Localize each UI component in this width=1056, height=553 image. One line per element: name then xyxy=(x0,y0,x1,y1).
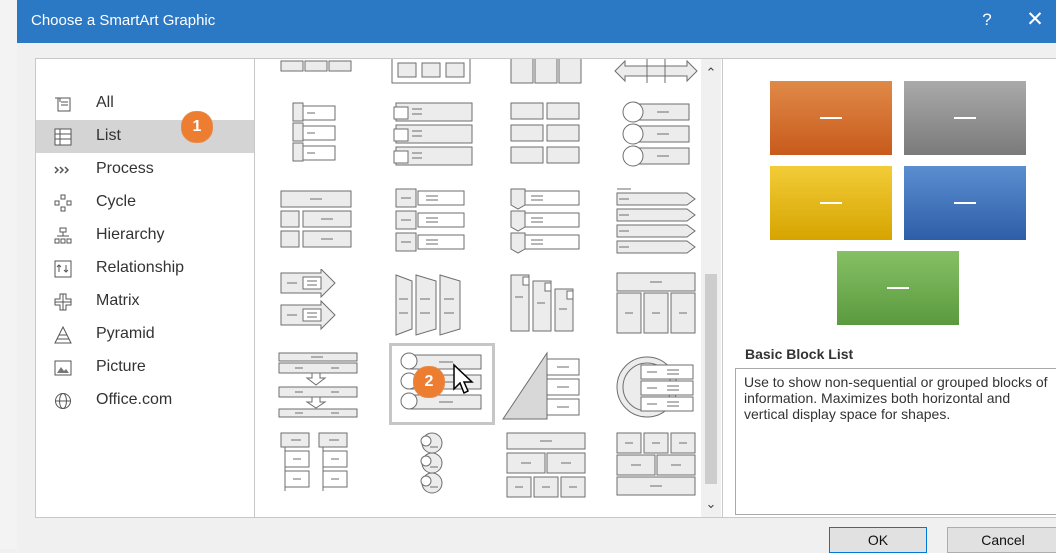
category-label: All xyxy=(96,94,114,111)
category-hierarchy[interactable]: Hierarchy xyxy=(36,219,255,252)
layout-thumbnail[interactable] xyxy=(267,101,365,171)
category-relationship[interactable]: Relationship xyxy=(36,252,255,285)
layout-thumbnail[interactable] xyxy=(382,431,480,501)
category-label: Cycle xyxy=(96,193,137,210)
layout-thumbnail[interactable] xyxy=(497,351,595,421)
layout-thumbnail[interactable] xyxy=(497,59,595,87)
category-picture[interactable]: Picture xyxy=(36,351,255,384)
category-label: Process xyxy=(96,160,154,177)
layout-thumbnail[interactable] xyxy=(497,269,595,339)
category-office-com[interactable]: Office.com xyxy=(36,384,255,417)
layout-name: Basic Block List xyxy=(745,346,854,362)
cycle-icon xyxy=(54,194,72,212)
gallery-scrollbar[interactable]: ⌃ ⌄ xyxy=(701,59,721,517)
layout-gallery: ⌃ ⌄ xyxy=(254,58,723,518)
layout-thumbnail[interactable] xyxy=(267,187,365,257)
category-label: Office.com xyxy=(96,391,173,408)
all-icon xyxy=(55,97,71,112)
category-label: Matrix xyxy=(96,292,140,309)
category-list: All List Process Cycle Hierarchy Relatio… xyxy=(35,58,256,518)
layout-thumbnail[interactable] xyxy=(382,59,480,87)
scrollbar-thumb[interactable] xyxy=(705,274,717,484)
ok-button[interactable]: OK xyxy=(829,527,927,553)
help-button[interactable]: ? xyxy=(977,10,997,30)
title-bar: Choose a SmartArt Graphic ? ✕ xyxy=(17,0,1056,43)
category-process[interactable]: Process xyxy=(36,153,255,186)
category-label: Pyramid xyxy=(96,325,155,342)
layout-thumbnail[interactable] xyxy=(267,351,365,421)
preview-block xyxy=(837,251,959,325)
dialog-body: All List Process Cycle Hierarchy Relatio… xyxy=(17,43,1056,553)
dialog-window: Choose a SmartArt Graphic ? ✕ All List P… xyxy=(0,0,1056,553)
category-label: Relationship xyxy=(96,259,185,276)
pyramid-icon xyxy=(54,326,72,344)
preview-panel: Basic Block List Use to show non-sequent… xyxy=(722,58,1056,518)
mouse-cursor-icon xyxy=(453,363,474,395)
layout-thumbnail[interactable] xyxy=(607,59,705,87)
preview-block xyxy=(904,81,1026,155)
layout-thumbnail[interactable] xyxy=(607,431,705,501)
layout-thumbnail[interactable] xyxy=(382,269,480,339)
layout-thumbnail[interactable] xyxy=(382,187,480,257)
layout-description: Use to show non-sequential or grouped bl… xyxy=(744,374,1048,422)
scroll-up-arrow[interactable]: ⌃ xyxy=(701,65,721,83)
close-button[interactable]: ✕ xyxy=(1023,7,1047,32)
category-cycle[interactable]: Cycle xyxy=(36,186,255,219)
scroll-down-arrow[interactable]: ⌄ xyxy=(701,496,721,514)
layout-thumbnail[interactable] xyxy=(267,267,365,339)
layout-thumbnail[interactable] xyxy=(267,431,365,501)
category-matrix[interactable]: Matrix xyxy=(36,285,255,318)
layout-thumbnail[interactable] xyxy=(607,269,705,339)
preview-block xyxy=(770,166,892,240)
layout-thumbnail[interactable] xyxy=(497,431,595,501)
step-badge-2: 2 xyxy=(413,366,445,398)
layout-thumbnail[interactable] xyxy=(497,187,595,257)
category-label: Hierarchy xyxy=(96,226,165,243)
step-badge-1: 1 xyxy=(181,111,213,143)
layout-thumbnail[interactable] xyxy=(382,101,480,171)
preview-block xyxy=(904,166,1026,240)
layout-thumbnail[interactable] xyxy=(607,187,705,257)
layout-description-box: Use to show non-sequential or grouped bl… xyxy=(735,368,1056,515)
layout-thumbnail[interactable] xyxy=(267,59,365,87)
category-list-item[interactable]: List xyxy=(36,120,255,153)
layout-thumbnail[interactable] xyxy=(607,101,705,171)
layout-thumbnail[interactable] xyxy=(607,351,705,421)
list-icon xyxy=(54,128,72,146)
globe-icon xyxy=(55,393,71,409)
category-pyramid[interactable]: Pyramid xyxy=(36,318,255,351)
layout-thumbnail[interactable] xyxy=(497,101,595,171)
dialog-title: Choose a SmartArt Graphic xyxy=(31,12,216,29)
hierarchy-icon xyxy=(54,227,72,244)
preview-block xyxy=(770,81,892,155)
category-label: Picture xyxy=(96,358,146,375)
category-label: List xyxy=(96,127,121,144)
picture-icon xyxy=(54,360,72,376)
category-all[interactable]: All xyxy=(36,87,255,120)
background-app-edge xyxy=(0,0,18,549)
cancel-button[interactable]: Cancel xyxy=(947,527,1056,553)
matrix-icon xyxy=(54,293,72,311)
relationship-icon xyxy=(54,260,72,278)
process-icon xyxy=(54,166,70,174)
